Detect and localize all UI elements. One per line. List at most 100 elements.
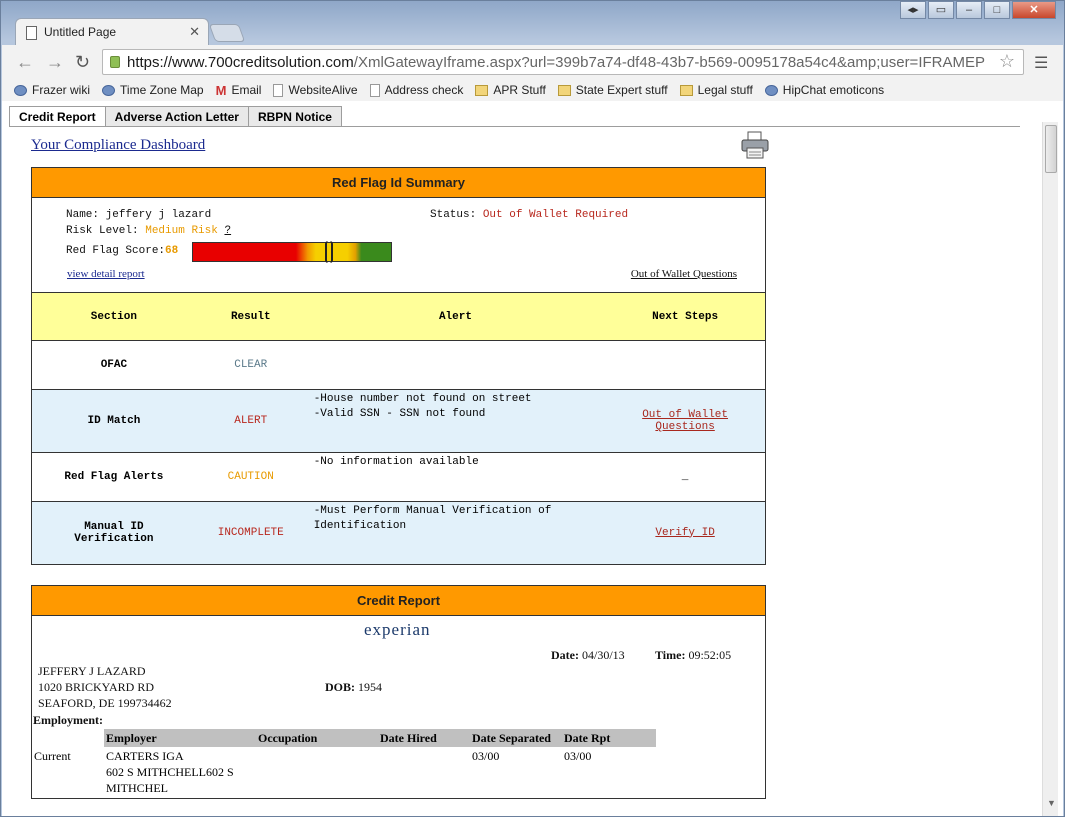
bookmark-frazer-wiki[interactable]: Frazer wiki (14, 83, 90, 97)
row-alert (305, 340, 606, 390)
score-label: Red Flag Score: (66, 245, 166, 257)
tab-strip: Untitled Page ✕ ◂▸ ▭ – □ ✕ (1, 1, 1064, 46)
row-section: OFAC (32, 340, 196, 390)
tab-divider (9, 126, 1020, 127)
risk-value: Medium Risk (145, 225, 218, 237)
risk-help-link[interactable]: ? (224, 225, 231, 237)
tab-credit-report[interactable]: Credit Report (9, 106, 106, 127)
bookmark-websitealive[interactable]: WebsiteAlive (273, 83, 358, 97)
employment-header-row: Employer Occupation Date Hired Date Sepa… (32, 729, 656, 747)
col-employer: Employer (104, 729, 256, 747)
tab-title: Untitled Page (44, 25, 117, 39)
time-label: Time: (655, 648, 686, 662)
close-tab-icon[interactable]: ✕ (189, 24, 200, 40)
bookmark-star-icon[interactable]: ☆ (999, 51, 1015, 72)
report-date: 04/30/13 (581, 648, 625, 662)
row-section: ID Match (32, 389, 196, 453)
out-of-wallet-questions-step-link[interactable]: Out of Wallet Questions (642, 409, 728, 433)
page-icon (369, 83, 380, 97)
red-flag-table: Section Result Alert Next Steps OFAC CLE… (32, 292, 765, 564)
gmail-icon: M (215, 82, 227, 98)
window-restore-small-button[interactable]: ▭ (928, 1, 954, 19)
compliance-dashboard-link[interactable]: Your Compliance Dashboard (31, 137, 205, 154)
out-of-wallet-questions-link[interactable]: Out of Wallet Questions (631, 268, 737, 280)
printer-icon[interactable] (740, 131, 770, 159)
forward-arrow-icon[interactable]: → (46, 52, 64, 73)
date-label: Date: (551, 648, 579, 662)
bookmark-hipchat-emoticons[interactable]: HipChat emoticons (764, 83, 884, 97)
bookmark-legal-stuff[interactable]: Legal stuff (679, 83, 753, 97)
date-rpt-value: 03/00 (564, 749, 592, 763)
emoticon-icon (764, 84, 778, 96)
tab-adverse-action-letter[interactable]: Adverse Action Letter (104, 106, 249, 127)
red-flag-title: Red Flag Id Summary (32, 168, 765, 198)
table-row-manual-id: Manual ID Verification INCOMPLETE -Must … (32, 501, 765, 564)
tab-rbpn-notice[interactable]: RBPN Notice (247, 106, 342, 127)
row-alert: -House number not found on street -Valid… (305, 389, 606, 453)
page-icon (273, 83, 284, 97)
report-time: 09:52:05 (688, 648, 732, 662)
verify-id-link[interactable]: Verify ID (655, 527, 714, 539)
score-needle (325, 241, 333, 263)
table-row-ofac: OFAC CLEAR (32, 340, 765, 390)
name-label: Name: (66, 209, 100, 221)
row-result: ALERT (195, 389, 306, 453)
row-alert: -Must Perform Manual Verification of Ide… (305, 501, 606, 564)
employer-value: CARTERS IGA 602 S MITHCHELL602 S MITHCHE… (106, 749, 234, 795)
scroll-down-icon[interactable]: ▼ (1047, 798, 1056, 808)
red-flag-summary-panel: Red Flag Id Summary Name: jeffery j laza… (31, 167, 766, 565)
window-switch-button[interactable]: ◂▸ (900, 1, 926, 19)
close-window-button[interactable]: ✕ (1012, 1, 1056, 19)
row-result: INCOMPLETE (195, 501, 306, 564)
occupation-value (256, 747, 378, 797)
browser-tab[interactable]: Untitled Page ✕ (15, 18, 209, 46)
lock-icon (110, 56, 120, 68)
bookmarks-bar: Frazer wiki Time Zone Map M Email Website… (2, 79, 1063, 101)
maximize-button[interactable]: □ (984, 1, 1010, 19)
minimize-button[interactable]: – (956, 1, 982, 19)
col-occupation: Occupation (256, 729, 378, 747)
page-content: Credit Report Adverse Action Letter RBPN… (2, 101, 1063, 816)
bookmark-address-check[interactable]: Address check (369, 83, 463, 97)
credit-report-body: experian Date: 04/30/13 Time: 09:52:05 J… (32, 616, 765, 798)
col-alert: Alert (305, 292, 606, 341)
experian-logo: experian (364, 620, 431, 639)
employment-status: Current (34, 749, 71, 763)
browser-toolbar: ← → ↻ https://www.700creditsolution.com/… (2, 45, 1063, 79)
browser-window: Untitled Page ✕ ◂▸ ▭ – □ ✕ ← → ↻ https:/… (0, 0, 1065, 817)
col-result: Result (195, 292, 306, 341)
row-next-step: _ (605, 452, 765, 502)
row-next-step (605, 340, 765, 390)
risk-score-meter (192, 241, 392, 263)
folder-icon (557, 84, 571, 96)
date-hired-value (378, 747, 470, 797)
reload-icon[interactable]: ↻ (75, 52, 90, 73)
red-flag-info: Name: jeffery j lazard Status: Out of Wa… (32, 198, 765, 292)
table-row-red-flag-alerts: Red Flag Alerts CAUTION -No information … (32, 452, 765, 502)
url-host: https://www.700creditsolution.com (127, 54, 354, 71)
vertical-scrollbar[interactable]: ▼ (1042, 122, 1058, 816)
employment-label: Employment: (33, 713, 103, 727)
folder-icon (679, 84, 693, 96)
row-section: Manual ID Verification (32, 501, 196, 564)
col-section: Section (32, 292, 196, 341)
bookmark-apr-stuff[interactable]: APR Stuff (475, 83, 546, 97)
credit-report-title: Credit Report (32, 586, 765, 616)
menu-icon[interactable]: ☰ (1034, 53, 1048, 73)
scrollbar-thumb[interactable] (1045, 125, 1057, 173)
back-arrow-icon[interactable]: ← (16, 52, 34, 73)
url-path: /XmlGatewayIframe.aspx?url=399b7a74-df48… (353, 54, 985, 71)
new-tab-button[interactable] (208, 24, 246, 42)
address-bar[interactable]: https://www.700creditsolution.com/XmlGat… (102, 49, 1024, 75)
address-line-1: 1020 BRICKYARD RD (38, 680, 155, 694)
status-label: Status: (430, 209, 477, 221)
col-next-steps: Next Steps (605, 292, 765, 341)
col-date-rpt: Date Rpt (562, 729, 656, 747)
view-detail-report-link[interactable]: view detail report (67, 268, 145, 280)
dob-label: DOB: (325, 680, 355, 694)
bookmark-state-expert-stuff[interactable]: State Expert stuff (557, 83, 668, 97)
bookmark-time-zone-map[interactable]: Time Zone Map (102, 83, 204, 97)
bookmark-email[interactable]: M Email (216, 83, 262, 98)
status-value: Out of Wallet Required (482, 209, 629, 221)
col-date-hired: Date Hired (378, 729, 470, 747)
